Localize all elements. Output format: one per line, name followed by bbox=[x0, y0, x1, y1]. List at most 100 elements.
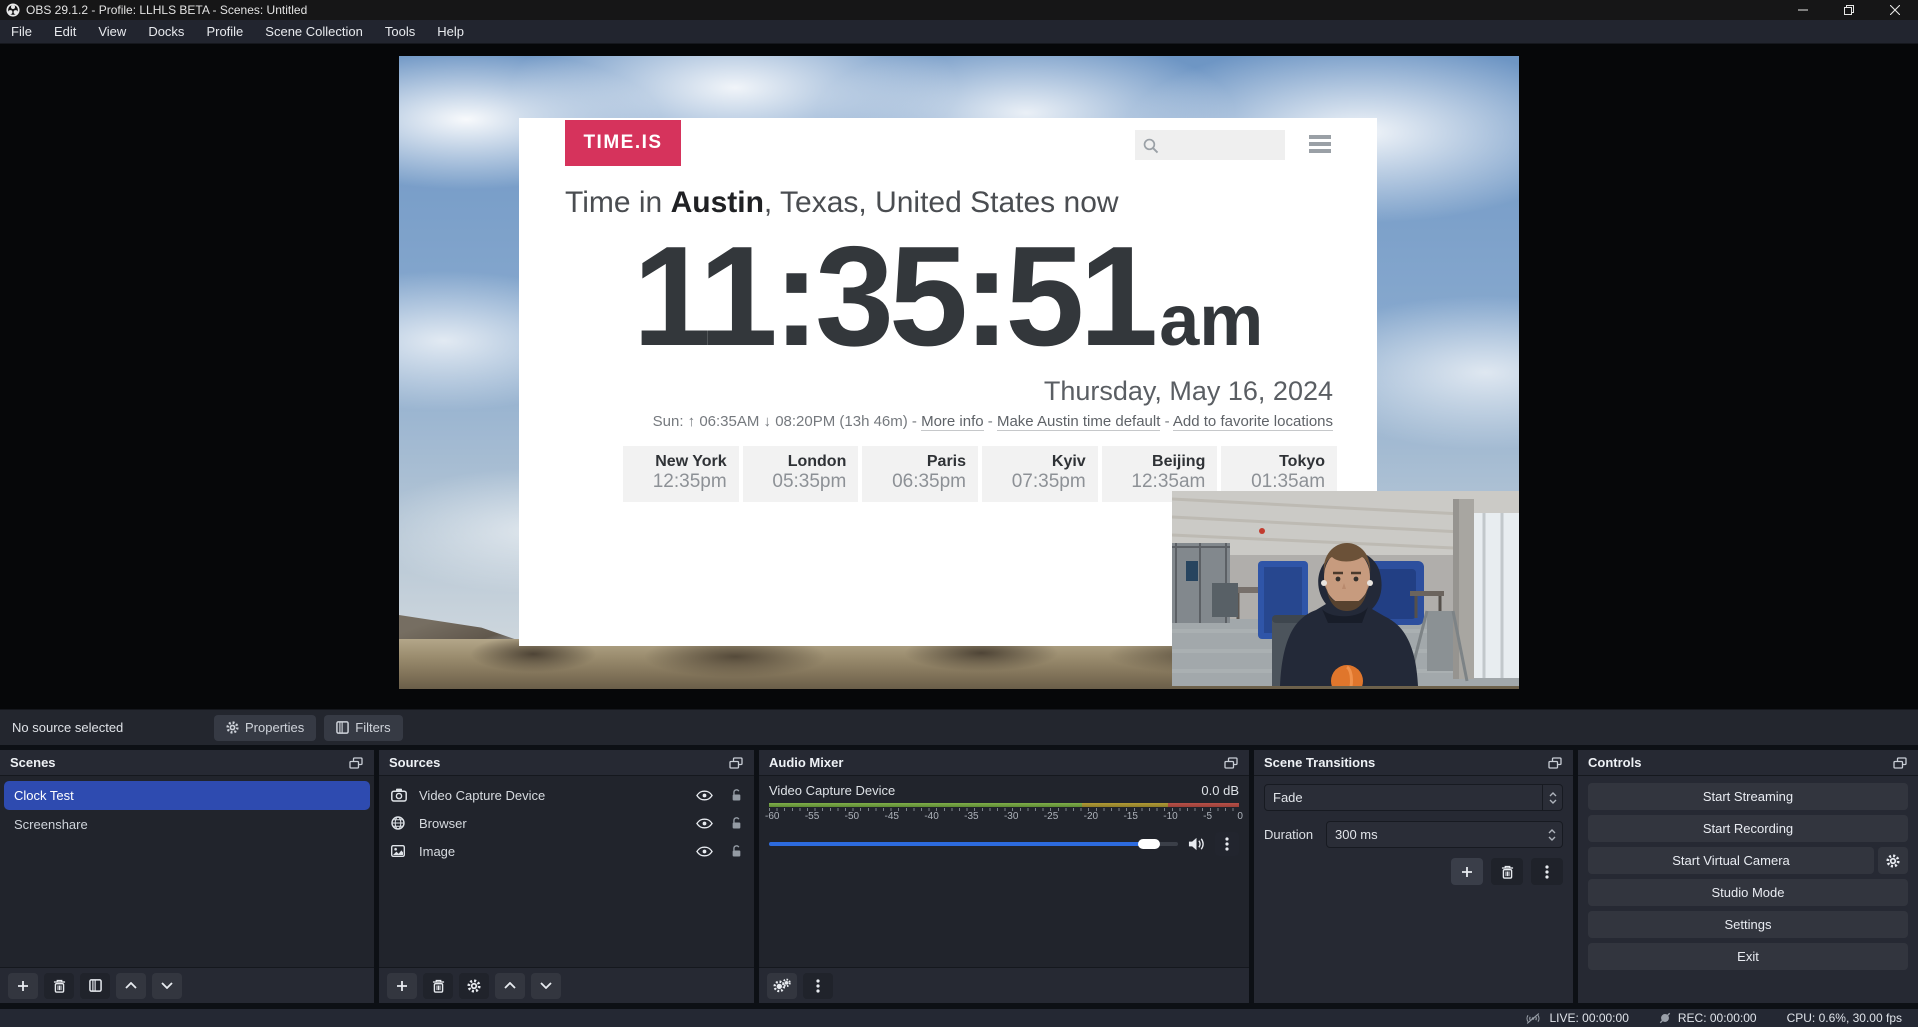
start-virtual-camera-button[interactable]: Start Virtual Camera bbox=[1588, 847, 1874, 874]
move-scene-up-button[interactable] bbox=[116, 973, 146, 999]
exit-button[interactable]: Exit bbox=[1588, 943, 1908, 970]
clock-time: 11:35:51 bbox=[633, 217, 1154, 376]
source-properties-button[interactable] bbox=[459, 973, 489, 999]
start-recording-button[interactable]: Start Recording bbox=[1588, 815, 1908, 842]
lock-open-icon[interactable] bbox=[731, 816, 742, 830]
minimize-icon[interactable] bbox=[1780, 0, 1826, 20]
mixer-channel-name: Video Capture Device bbox=[769, 783, 895, 798]
source-row-video-capture[interactable]: Video Capture Device bbox=[379, 781, 754, 809]
close-icon[interactable] bbox=[1872, 0, 1918, 20]
scenes-panel-title: Scenes bbox=[10, 755, 346, 770]
scenes-panel: Scenes Clock Test Screenshare bbox=[0, 750, 374, 1003]
move-scene-down-button[interactable] bbox=[152, 973, 182, 999]
mixer-menu-icon[interactable] bbox=[803, 973, 833, 999]
popout-icon[interactable] bbox=[726, 754, 746, 772]
obs-window: OBS 29.1.2 - Profile: LLHLS BETA - Scene… bbox=[0, 0, 1918, 1027]
start-streaming-button[interactable]: Start Streaming bbox=[1588, 783, 1908, 810]
sources-panel-header[interactable]: Sources bbox=[379, 750, 754, 776]
scenes-panel-header[interactable]: Scenes bbox=[0, 750, 374, 776]
source-status-text: No source selected bbox=[12, 720, 214, 735]
globe-icon bbox=[391, 816, 409, 830]
popout-icon[interactable] bbox=[1221, 754, 1241, 772]
popout-icon[interactable] bbox=[1545, 754, 1565, 772]
popout-icon[interactable] bbox=[346, 754, 366, 772]
transition-menu-icon[interactable] bbox=[1531, 858, 1563, 885]
eye-icon[interactable] bbox=[696, 846, 713, 857]
audio-mixer-toolbar bbox=[759, 967, 1249, 1003]
hamburger-menu-icon[interactable] bbox=[1309, 135, 1331, 153]
make-default-link[interactable]: Make Austin time default bbox=[997, 413, 1160, 431]
remove-transition-button[interactable] bbox=[1491, 858, 1523, 885]
eye-icon[interactable] bbox=[696, 818, 713, 829]
transition-select[interactable]: Fade bbox=[1264, 784, 1563, 811]
studio-mode-button[interactable]: Studio Mode bbox=[1588, 879, 1908, 906]
live-status: LIVE: 00:00:00 bbox=[1524, 1011, 1628, 1025]
scene-item-screenshare[interactable]: Screenshare bbox=[0, 810, 374, 839]
timeis-sun-line: Sun: ↑ 06:35AM ↓ 08:20PM (13h 46m) - Mor… bbox=[653, 413, 1333, 430]
menu-bar: File Edit View Docks Profile Scene Colle… bbox=[0, 20, 1918, 44]
menu-profile[interactable]: Profile bbox=[195, 20, 254, 43]
move-source-down-button[interactable] bbox=[531, 973, 561, 999]
add-transition-button[interactable] bbox=[1451, 858, 1483, 885]
chevron-updown-icon[interactable] bbox=[1542, 785, 1562, 810]
volume-slider[interactable] bbox=[769, 839, 1178, 849]
image-icon bbox=[391, 845, 409, 857]
live-time: LIVE: 00:00:00 bbox=[1549, 1011, 1628, 1025]
remove-source-button[interactable] bbox=[423, 973, 453, 999]
source-row-image[interactable]: Image bbox=[379, 837, 754, 865]
add-scene-button[interactable] bbox=[8, 973, 38, 999]
more-info-link[interactable]: More info bbox=[921, 413, 984, 431]
lock-open-icon[interactable] bbox=[731, 844, 742, 858]
audio-mixer-title: Audio Mixer bbox=[769, 755, 1221, 770]
controls-body: Start Streaming Start Recording Start Vi… bbox=[1578, 776, 1918, 1003]
city-kyiv[interactable]: Kyiv07:35pm bbox=[982, 446, 1098, 502]
settings-button[interactable]: Settings bbox=[1588, 911, 1908, 938]
virtual-camera-config-icon[interactable] bbox=[1878, 847, 1908, 874]
scenes-toolbar bbox=[0, 967, 374, 1003]
add-favorite-link[interactable]: Add to favorite locations bbox=[1173, 413, 1333, 431]
scene-filters-button[interactable] bbox=[80, 973, 110, 999]
mixer-channel-menu-icon[interactable] bbox=[1215, 832, 1239, 856]
duration-spinner[interactable]: 300 ms bbox=[1326, 821, 1563, 848]
city-new-york[interactable]: New York12:35pm bbox=[623, 446, 739, 502]
menu-scene-collection[interactable]: Scene Collection bbox=[254, 20, 374, 43]
speaker-icon[interactable] bbox=[1188, 837, 1205, 851]
advanced-audio-icon[interactable] bbox=[767, 973, 797, 999]
spinner-arrows-icon[interactable] bbox=[1542, 822, 1562, 847]
menu-file[interactable]: File bbox=[0, 20, 43, 43]
source-row-browser[interactable]: Browser bbox=[379, 809, 754, 837]
add-source-button[interactable] bbox=[387, 973, 417, 999]
lock-open-icon[interactable] bbox=[731, 788, 742, 802]
preview-canvas[interactable]: TIME.IS Time in Austin, Texas, United St… bbox=[399, 56, 1519, 689]
city-london[interactable]: London05:35pm bbox=[743, 446, 859, 502]
filter-icon bbox=[336, 721, 349, 734]
timeis-heading: Time in Austin, Texas, United States now bbox=[565, 186, 1119, 220]
move-source-up-button[interactable] bbox=[495, 973, 525, 999]
timeis-clock: 11:35:51am bbox=[519, 226, 1377, 368]
volume-slider-handle[interactable] bbox=[1138, 839, 1160, 849]
menu-docks[interactable]: Docks bbox=[137, 20, 195, 43]
filters-button[interactable]: Filters bbox=[324, 715, 402, 741]
eye-icon[interactable] bbox=[696, 790, 713, 801]
obs-logo-icon bbox=[6, 3, 20, 17]
properties-button[interactable]: Properties bbox=[214, 715, 316, 741]
menu-tools[interactable]: Tools bbox=[374, 20, 426, 43]
timeis-logo[interactable]: TIME.IS bbox=[565, 120, 681, 166]
popout-icon[interactable] bbox=[1890, 754, 1910, 772]
menu-edit[interactable]: Edit bbox=[43, 20, 87, 43]
remove-scene-button[interactable] bbox=[44, 973, 74, 999]
scenes-list: Clock Test Screenshare bbox=[0, 776, 374, 967]
menu-view[interactable]: View bbox=[87, 20, 137, 43]
controls-header[interactable]: Controls bbox=[1578, 750, 1918, 776]
webcam-overlay[interactable] bbox=[1172, 491, 1519, 686]
menu-help[interactable]: Help bbox=[426, 20, 475, 43]
mixer-level-db: 0.0 dB bbox=[1201, 783, 1239, 798]
meter-scale: -60-55-50-45-40-35-30-25-20-15-10-50 bbox=[765, 811, 1243, 822]
restore-icon[interactable] bbox=[1826, 0, 1872, 20]
timeis-search-input[interactable] bbox=[1135, 130, 1285, 160]
controls-panel: Controls Start Streaming Start Recording… bbox=[1578, 750, 1918, 1003]
audio-mixer-header[interactable]: Audio Mixer bbox=[759, 750, 1249, 776]
city-paris[interactable]: Paris06:35pm bbox=[862, 446, 978, 502]
scene-transitions-header[interactable]: Scene Transitions bbox=[1254, 750, 1573, 776]
scene-item-clock-test[interactable]: Clock Test bbox=[4, 781, 370, 810]
